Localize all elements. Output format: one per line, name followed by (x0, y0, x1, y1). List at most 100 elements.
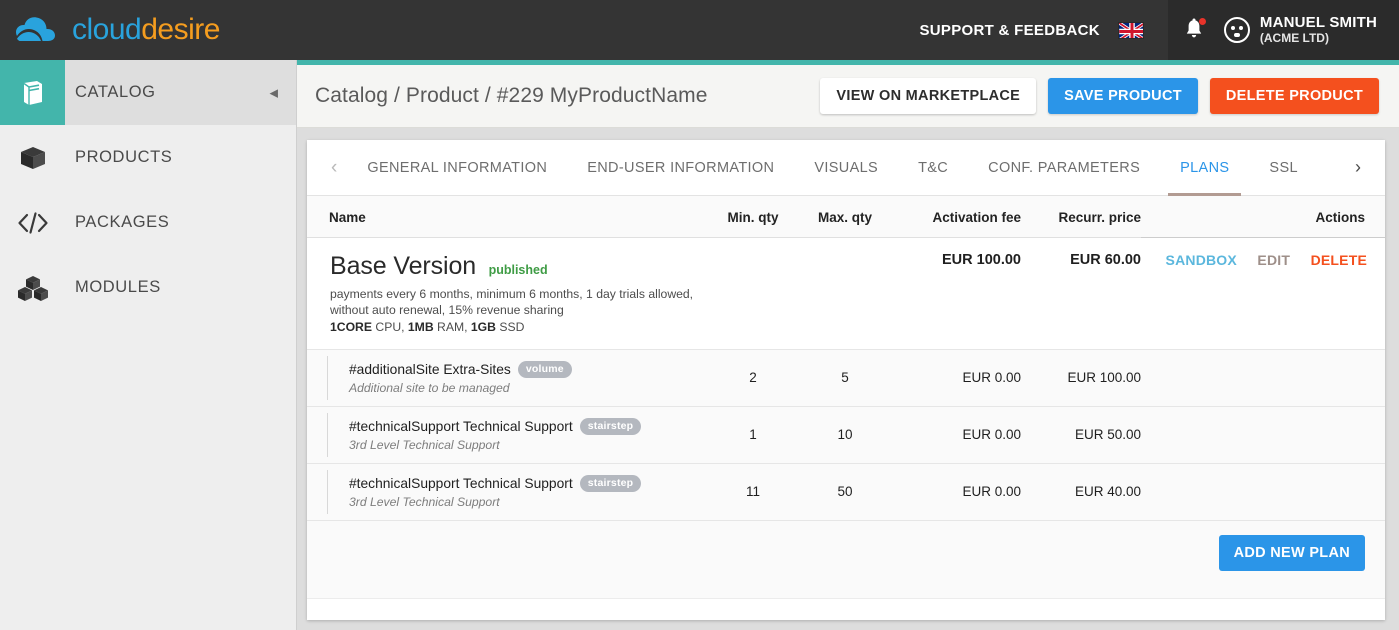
user-menu[interactable]: MANUEL SMITH (ACME LTD) (1167, 0, 1399, 60)
tab-conf-parameters[interactable]: CONF. PARAMETERS (968, 140, 1160, 196)
subplan-min-qty: 1 (707, 406, 799, 464)
add-new-plan-button[interactable]: ADD NEW PLAN (1218, 534, 1365, 571)
plan-title: Base Version (330, 252, 477, 280)
card-footer: ADD NEW PLAN (307, 520, 1385, 599)
spec-ram-label: RAM, (433, 319, 471, 334)
subplan-name-wrapper: #additionalSite Extra-Sites volume Additi… (329, 360, 707, 395)
sidebar-item-label-modules: MODULES (75, 278, 161, 296)
cloud-logo-icon (14, 15, 64, 45)
sandbox-link[interactable]: SANDBOX (1166, 252, 1237, 268)
subplan-subtitle: Additional site to be managed (349, 380, 510, 395)
subplan-name-cell: #additionalSite Extra-Sites volume Additi… (307, 349, 707, 407)
subplan-title: #technicalSupport Technical Support (349, 475, 573, 491)
subplan-recurr-price: EUR 50.00 (1021, 406, 1141, 464)
spec-ram-value: 1MB (407, 319, 434, 334)
plans-table-head: Name Min. qty Max. qty Activation fee Re… (307, 196, 1385, 238)
tab-visuals[interactable]: VISUALS (794, 140, 898, 196)
delete-product-button[interactable]: DELETE PRODUCT (1209, 78, 1379, 114)
table-row: #additionalSite Extra-Sites volume Additi… (307, 349, 1385, 407)
page-actions: VIEW ON MARKETPLACE SAVE PRODUCT DELETE … (820, 78, 1379, 114)
plans-card: ‹ GENERAL INFORMATION END-USER INFORMATI… (307, 140, 1385, 620)
uk-flag-icon[interactable] (1117, 21, 1144, 39)
sidebar-item-catalog[interactable]: CATALOG ◀ (0, 60, 296, 125)
brand-logo[interactable]: clouddesire (0, 13, 220, 47)
subplan-actions-cell (1141, 463, 1385, 521)
subplan-name-wrapper: #technicalSupport Technical Support stair… (329, 474, 707, 509)
subplan-title: #additionalSite Extra-Sites (349, 361, 511, 377)
plans-table-body: Base Version published payments every 6 … (307, 237, 1385, 521)
pricing-model-badge: volume (517, 360, 572, 378)
sidebar-collapse-icon[interactable]: ◀ (270, 86, 278, 99)
col-header-recurr-price: Recurr. price (1021, 196, 1141, 238)
col-header-activation-fee: Activation fee (891, 196, 1021, 238)
user-identity: MANUEL SMITH (ACME LTD) (1260, 14, 1377, 45)
notification-badge-dot (1198, 18, 1206, 25)
support-feedback-link[interactable]: SUPPORT & FEEDBACK (919, 22, 1117, 39)
plan-specs: 1CORE CPU, 1MB RAM, 1GB SSD (330, 320, 706, 334)
sidebar-item-label-packages: PACKAGES (75, 213, 170, 231)
subplan-max-qty: 50 (799, 463, 891, 521)
book-icon (0, 60, 65, 125)
sidebar-item-products[interactable]: PRODUCTS (0, 125, 296, 190)
col-header-max-qty: Max. qty (799, 196, 891, 238)
sidebar-item-packages[interactable]: PACKAGES (0, 190, 296, 255)
avatar-icon[interactable] (1223, 17, 1250, 43)
tabs-next-icon[interactable]: › (1345, 157, 1371, 178)
bell-icon[interactable] (1184, 18, 1206, 42)
pricing-model-badge: stairstep (579, 474, 642, 492)
tab-ssl[interactable]: SSL (1249, 140, 1317, 196)
plan-description: payments every 6 months, minimum 6 month… (330, 287, 694, 318)
sidebar-item-modules[interactable]: MODULES (0, 255, 296, 320)
tab-end-user-information[interactable]: END-USER INFORMATION (567, 140, 794, 196)
tab-tc[interactable]: T&C (898, 140, 968, 196)
subplan-actions-cell (1141, 349, 1385, 407)
plan-recurr-price: EUR 60.00 (1021, 237, 1141, 350)
delete-link[interactable]: DELETE (1311, 252, 1367, 268)
spec-cpu-label: CPU, (372, 319, 408, 334)
plan-actions-cell: SANDBOX EDIT DELETE (1141, 237, 1385, 350)
col-header-min-qty: Min. qty (707, 196, 799, 238)
col-header-actions: Actions (1141, 196, 1385, 238)
col-header-name: Name (307, 196, 707, 238)
edit-link[interactable]: EDIT (1257, 252, 1290, 268)
subplan-recurr-price: EUR 100.00 (1021, 349, 1141, 407)
subplan-min-qty: 2 (707, 349, 799, 407)
tab-list: GENERAL INFORMATION END-USER INFORMATION… (347, 140, 1345, 196)
tab-general-information[interactable]: GENERAL INFORMATION (347, 140, 567, 196)
subplan-min-qty: 11 (707, 463, 799, 521)
table-row: #technicalSupport Technical Support stair… (307, 463, 1385, 521)
subplan-subtitle: 3rd Level Technical Support (349, 437, 500, 452)
user-org-label: (ACME LTD) (1259, 30, 1329, 45)
cubes-icon (0, 255, 65, 320)
plan-name-cell: Base Version published payments every 6 … (307, 237, 707, 350)
tabs-prev-icon[interactable]: ‹ (321, 157, 347, 179)
breadcrumb: Catalog / Product / #229 MyProductName (315, 84, 708, 107)
subplan-subtitle: 3rd Level Technical Support (349, 494, 500, 509)
table-row: #technicalSupport Technical Support stair… (307, 406, 1385, 464)
spec-cpu-value: 1CORE (330, 319, 372, 334)
spec-ssd-label: SSD (495, 319, 525, 334)
subplan-activation-fee: EUR 0.00 (891, 349, 1021, 407)
spec-ssd-value: 1GB (470, 319, 496, 334)
sidebar-item-label-products: PRODUCTS (75, 148, 173, 166)
sidebar-item-label-catalog: CATALOG (75, 83, 156, 101)
brand-wordmark: clouddesire (72, 13, 220, 47)
brand-wordmark-part1: cloud (72, 13, 142, 46)
user-name-label: MANUEL SMITH (1259, 14, 1377, 32)
save-product-button[interactable]: SAVE PRODUCT (1048, 78, 1198, 114)
tab-plans[interactable]: PLANS (1160, 140, 1249, 196)
code-icon (0, 190, 65, 255)
subplan-title: #technicalSupport Technical Support (349, 418, 573, 434)
plan-activation-fee: EUR 100.00 (891, 237, 1021, 350)
subplan-activation-fee: EUR 0.00 (891, 406, 1021, 464)
subplan-max-qty: 5 (799, 349, 891, 407)
view-on-marketplace-button[interactable]: VIEW ON MARKETPLACE (820, 78, 1037, 114)
tab-bar: ‹ GENERAL INFORMATION END-USER INFORMATI… (307, 140, 1385, 196)
box-icon (0, 125, 65, 190)
header-right-group: SUPPORT & FEEDBACK MANUEL SMITH (ACME LT… (919, 0, 1399, 60)
plan-name-wrapper: Base Version published payments every 6 … (308, 252, 706, 348)
plan-row-base-version: Base Version published payments every 6 … (307, 237, 1385, 350)
top-header-bar: clouddesire SUPPORT & FEEDBACK MANUEL SM… (0, 0, 1399, 60)
sidebar-nav: CATALOG ◀ PRODUCTS PACKAGES MODULES (0, 60, 297, 630)
main-content: Catalog / Product / #229 MyProductName V… (297, 60, 1399, 630)
